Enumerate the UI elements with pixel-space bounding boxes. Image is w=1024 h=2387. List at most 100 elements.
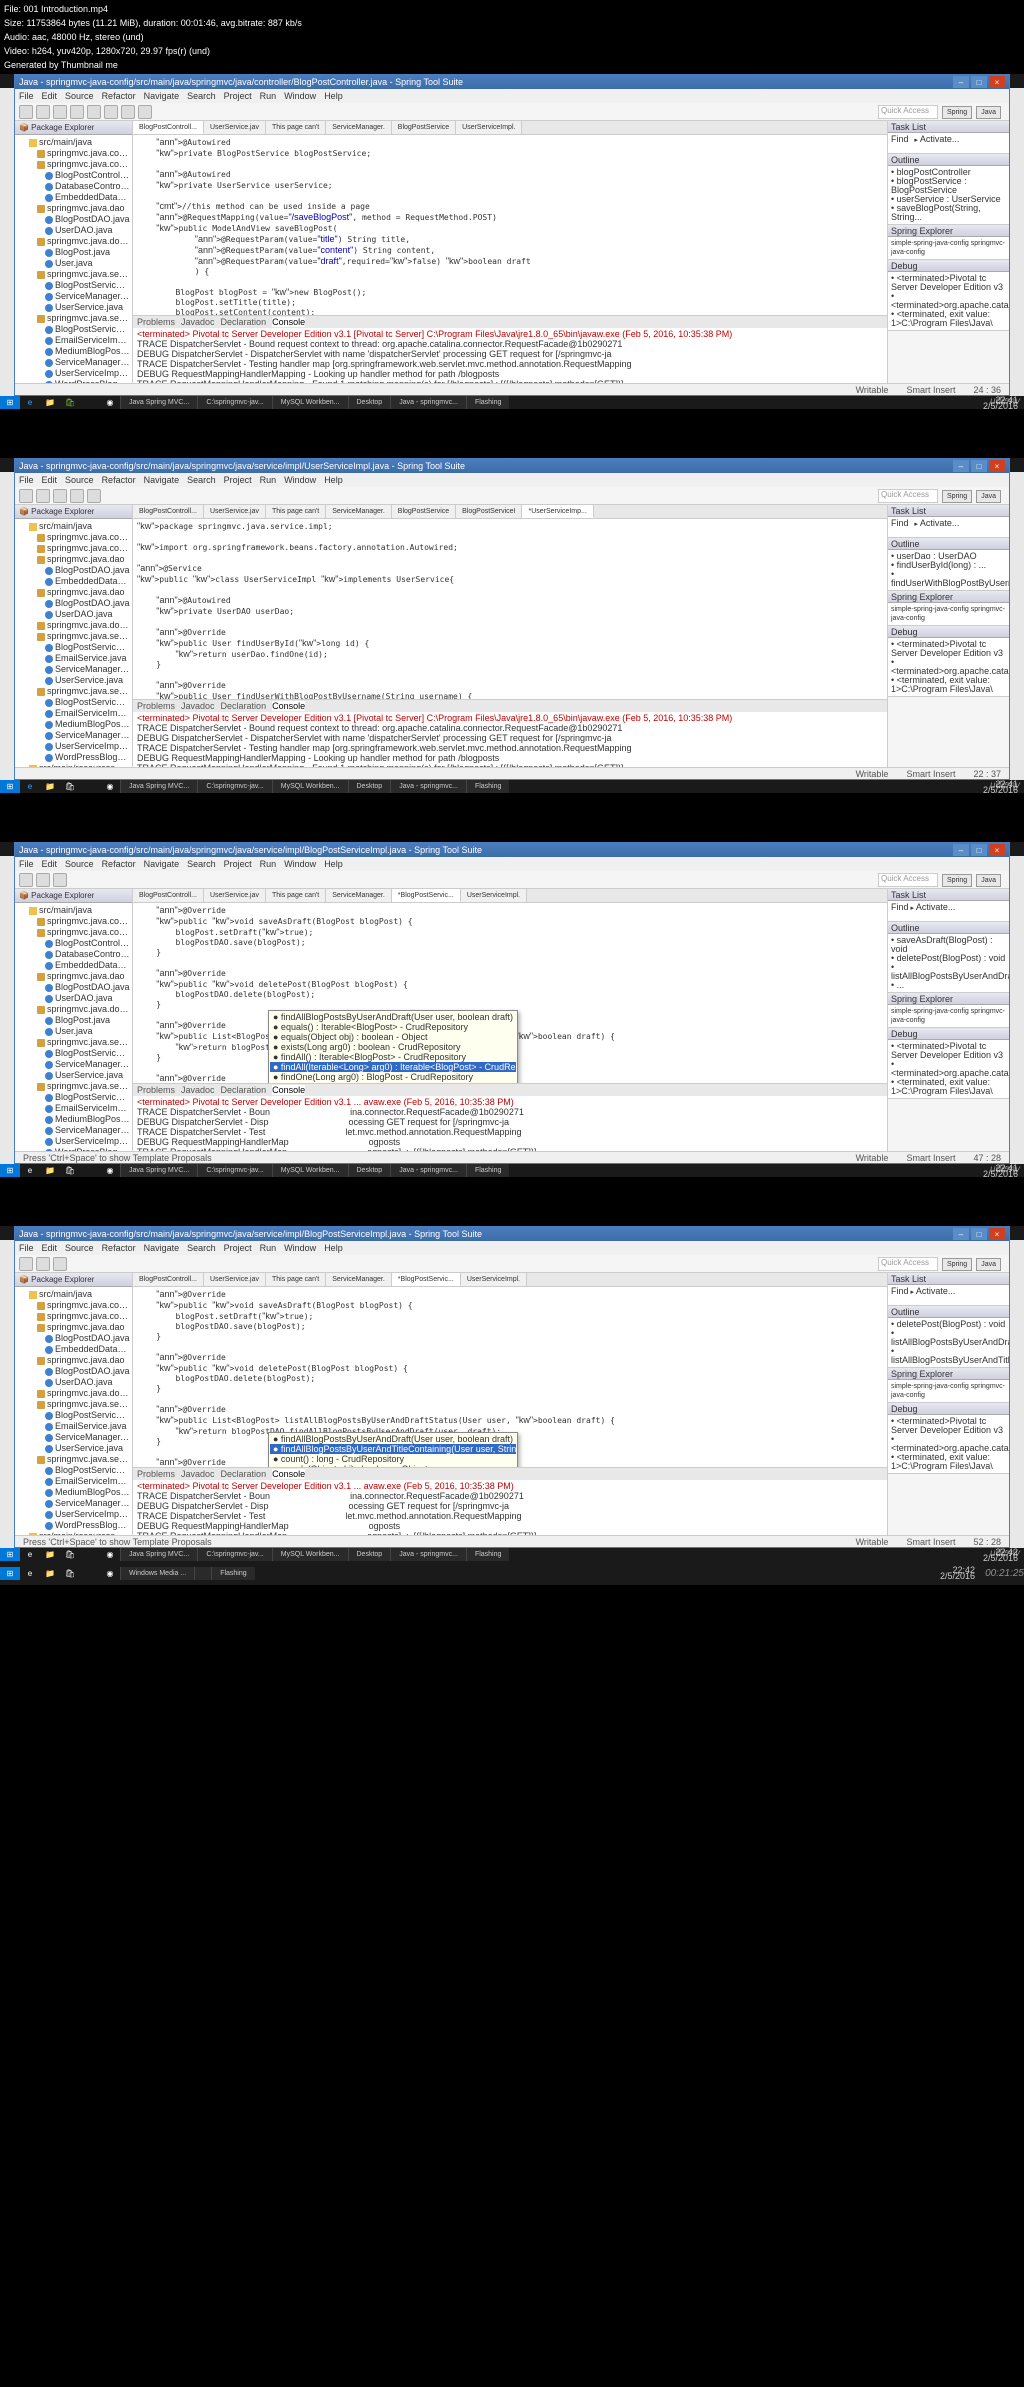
tree-item[interactable]: EmbeddedDatabaseController bbox=[17, 1344, 130, 1355]
menu-file[interactable]: File bbox=[19, 475, 34, 485]
menu-source[interactable]: Source bbox=[65, 859, 94, 869]
menu-help[interactable]: Help bbox=[324, 859, 343, 869]
tree-item[interactable]: BlogPostDAO.java bbox=[17, 1366, 130, 1377]
bottom-tab-console[interactable]: Console bbox=[272, 1469, 305, 1479]
tree-item[interactable]: springmvc.java.service.impl bbox=[17, 686, 130, 697]
list-item[interactable]: • deletePost(BlogPost) : void bbox=[891, 1320, 1006, 1329]
editor-tab[interactable]: BlogPostControll... bbox=[133, 121, 204, 134]
toolbar-icon[interactable] bbox=[19, 105, 33, 119]
menu-source[interactable]: Source bbox=[65, 1243, 94, 1253]
list-item[interactable]: • listAllBlogPostsByUserAndDraft... bbox=[891, 1329, 1006, 1347]
tree-item[interactable]: ServiceManagerImpl.java bbox=[17, 357, 130, 368]
title-bar[interactable]: Java - springmvc-java-config/src/main/ja… bbox=[15, 459, 1009, 473]
menu-run[interactable]: Run bbox=[260, 475, 277, 485]
perspective-java[interactable]: Java bbox=[976, 106, 1001, 119]
menu-help[interactable]: Help bbox=[324, 91, 343, 101]
menu-window[interactable]: Window bbox=[284, 1243, 316, 1253]
bottom-tab-problems[interactable]: Problems bbox=[137, 1469, 175, 1479]
editor-tab[interactable]: BlogPostControll... bbox=[133, 505, 204, 518]
tree-item[interactable]: BlogPostServiceImpl.java bbox=[17, 1092, 130, 1103]
editor-tab[interactable]: UserServiceImpl. bbox=[461, 889, 527, 902]
autocomplete-item[interactable]: ● exists(Long arg0) : boolean - CrudRepo… bbox=[270, 1042, 516, 1052]
tree-item[interactable]: User.java bbox=[17, 258, 130, 269]
tree-item[interactable]: BlogPostService.java bbox=[17, 642, 130, 653]
bottom-tab-console[interactable]: Console bbox=[272, 701, 305, 711]
toolbar-icon[interactable] bbox=[36, 105, 50, 119]
taskbar-app[interactable]: Desktop bbox=[348, 1548, 391, 1561]
list-item[interactable]: • <terminated>org.apache.catalina.startu… bbox=[891, 1435, 1006, 1453]
taskbar-app[interactable]: Java Spring MVC... bbox=[120, 396, 197, 409]
taskbar-app[interactable]: Java Spring MVC... bbox=[120, 1164, 197, 1177]
perspective-spring[interactable]: Spring bbox=[942, 106, 972, 119]
taskbar-app[interactable]: C:\springmvc-jav... bbox=[197, 780, 271, 793]
tree-item[interactable]: UserService.java bbox=[17, 675, 130, 686]
tree-item[interactable]: src/main/java bbox=[17, 521, 130, 532]
autocomplete-item[interactable]: ● getClass() : Class<?> - Object bbox=[270, 1082, 516, 1083]
menu-navigate[interactable]: Navigate bbox=[144, 1243, 180, 1253]
editor-tab[interactable]: BlogPostServiceI bbox=[456, 505, 522, 518]
tree-item[interactable]: springmvc.java.service bbox=[17, 631, 130, 642]
tree-item[interactable]: BlogPostService.java bbox=[17, 1048, 130, 1059]
tree-item[interactable]: UserService.java bbox=[17, 302, 130, 313]
tree-item[interactable]: UserServiceImpl.java bbox=[17, 1136, 130, 1147]
tree-item[interactable]: src/main/java bbox=[17, 905, 130, 916]
taskbar-app[interactable]: Java Spring MVC... bbox=[120, 1548, 197, 1561]
list-item[interactable]: • deletePost(BlogPost) : void bbox=[891, 954, 1006, 963]
tree-item[interactable]: UserServiceImpl.java bbox=[17, 741, 130, 752]
bottom-tab-declaration[interactable]: Declaration bbox=[221, 701, 267, 711]
menu-help[interactable]: Help bbox=[324, 475, 343, 485]
tree-item[interactable]: MediumBlogPostServiceImpl. bbox=[17, 1487, 130, 1498]
start-button[interactable]: ⊞ bbox=[0, 396, 20, 409]
tree-item[interactable]: springmvc.java.config bbox=[17, 532, 130, 543]
taskbar-app[interactable]: C:\springmvc-jav... bbox=[197, 1548, 271, 1561]
edge-icon[interactable]: e bbox=[20, 396, 40, 409]
autocomplete-item[interactable]: ● equals(Object obj) : boolean - Object bbox=[270, 1032, 516, 1042]
menu-edit[interactable]: Edit bbox=[42, 91, 58, 101]
list-item[interactable]: • saveAsDraft(BlogPost) : void bbox=[891, 936, 1006, 954]
taskbar-app[interactable]: Desktop bbox=[348, 1164, 391, 1177]
editor-tab[interactable]: BlogPostControll... bbox=[133, 889, 204, 902]
menu-file[interactable]: File bbox=[19, 91, 34, 101]
bottom-tab-declaration[interactable]: Declaration bbox=[221, 1085, 267, 1095]
taskbar-app[interactable]: Java - springmvc... bbox=[390, 780, 466, 793]
tree-item[interactable]: ServiceManager.java bbox=[17, 291, 130, 302]
taskbar-app[interactable]: Flashing bbox=[466, 1164, 509, 1177]
list-item[interactable]: • <terminated>org.apache.catalina.startu… bbox=[891, 658, 1006, 676]
editor-tab[interactable]: This page can't bbox=[266, 1273, 326, 1286]
menu-source[interactable]: Source bbox=[65, 91, 94, 101]
tree-item[interactable]: UserDAO.java bbox=[17, 993, 130, 1004]
list-item[interactable]: • findUserById(long) : ... bbox=[891, 561, 1006, 570]
editor-tab[interactable]: UserService.jav bbox=[204, 121, 266, 134]
menu-edit[interactable]: Edit bbox=[42, 1243, 58, 1253]
taskbar-app[interactable]: Windows Media ... bbox=[120, 1567, 194, 1580]
taskbar-app[interactable]: Flashing bbox=[211, 1567, 254, 1580]
tree-item[interactable]: src/main/java bbox=[17, 137, 130, 148]
editor-tab[interactable]: This page can't bbox=[266, 889, 326, 902]
tree-item[interactable]: springmvc.java.domain bbox=[17, 1004, 130, 1015]
menu-refactor[interactable]: Refactor bbox=[102, 91, 136, 101]
code-editor[interactable]: "ann">@Autowired "kw">private BlogPostSe… bbox=[133, 135, 887, 315]
tree-item[interactable]: ServiceManagerImpl.java bbox=[17, 730, 130, 741]
tree-item[interactable]: springmvc.java.dao bbox=[17, 554, 130, 565]
tree-item[interactable]: ServiceManagerImpl.java bbox=[17, 1125, 130, 1136]
tree-item[interactable]: springmvc.java.config bbox=[17, 1300, 130, 1311]
tree-item[interactable]: UserService.java bbox=[17, 1070, 130, 1081]
bottom-tab-javadoc[interactable]: Javadoc bbox=[181, 1469, 215, 1479]
tree-item[interactable]: springmvc.java.controller bbox=[17, 543, 130, 554]
tree-item[interactable]: ServiceManager.java bbox=[17, 664, 130, 675]
tree-item[interactable]: ServiceManager.java bbox=[17, 1059, 130, 1070]
list-item[interactable]: • <terminated, exit value: 1>C:\Program … bbox=[891, 1078, 1006, 1096]
list-item[interactable]: • ... bbox=[891, 981, 1006, 990]
menu-window[interactable]: Window bbox=[284, 91, 316, 101]
title-bar[interactable]: Java - springmvc-java-config/src/main/ja… bbox=[15, 75, 1009, 89]
taskbar-app[interactable]: Java - springmvc... bbox=[390, 1548, 466, 1561]
menu-search[interactable]: Search bbox=[187, 1243, 216, 1253]
editor-tab[interactable]: BlogPostControll... bbox=[133, 1273, 204, 1286]
toolbar-icon[interactable] bbox=[104, 105, 118, 119]
tree-item[interactable]: springmvc.java.controller bbox=[17, 927, 130, 938]
tree-item[interactable]: EmailService.java bbox=[17, 653, 130, 664]
editor-tab[interactable]: This page can't bbox=[266, 505, 326, 518]
taskbar-app[interactable]: Java Spring MVC... bbox=[120, 780, 197, 793]
tree-item[interactable]: EmailServiceImpl.java bbox=[17, 335, 130, 346]
tree-item[interactable]: EmailService.java bbox=[17, 1421, 130, 1432]
